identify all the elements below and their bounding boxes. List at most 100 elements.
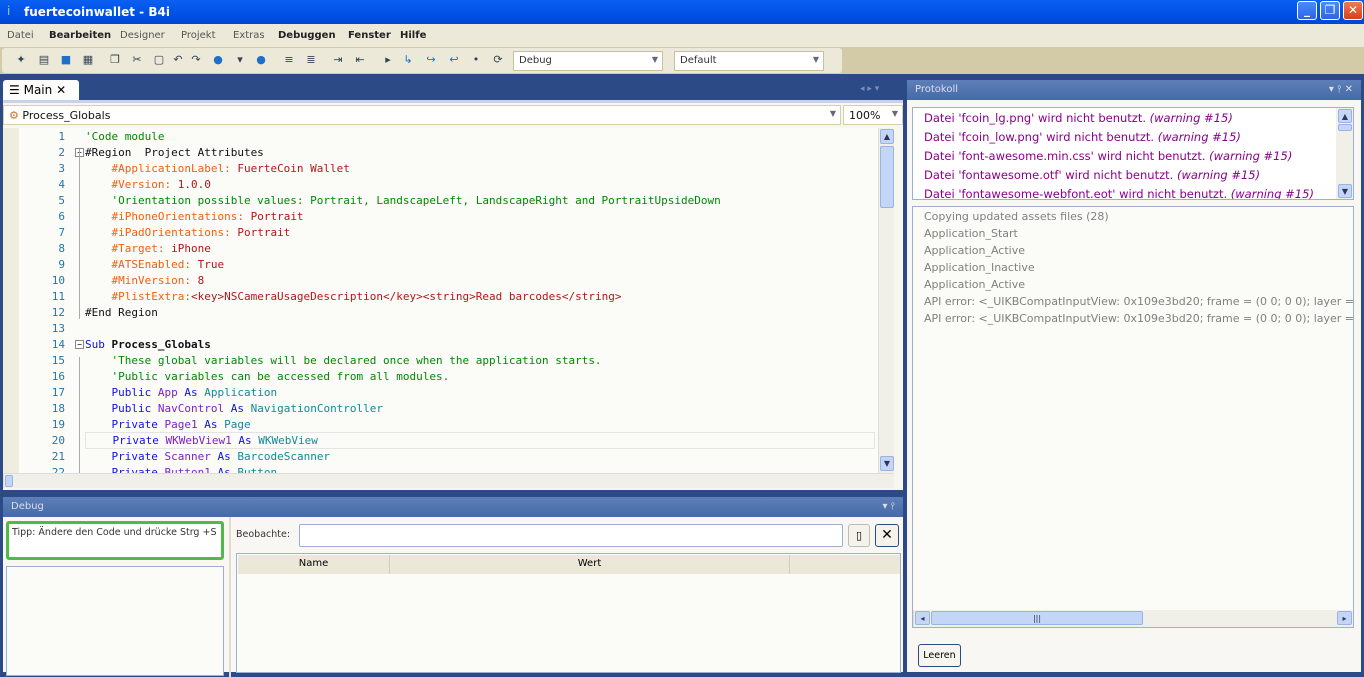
warning-item[interactable]: Datei 'font-awesome.min.css' wird nicht … xyxy=(924,149,1292,163)
column-header-value[interactable]: Wert xyxy=(390,555,790,574)
warning-tag: (warning #15) xyxy=(1149,111,1233,125)
log-output[interactable]: ◂ ||| ▸ Copying updated assets files (28… xyxy=(912,206,1354,628)
undo-icon[interactable]: ↶ xyxy=(170,52,186,68)
module-select[interactable]: ⚙ Process_Globals ▼ xyxy=(3,105,841,125)
code-line[interactable]: Private Page1 As Page xyxy=(85,418,250,431)
line-number: 13 xyxy=(51,322,65,335)
device-config-select[interactable]: Default ▼ xyxy=(674,51,824,71)
code-line[interactable]: #ApplicationLabel: FuerteCoin Wallet xyxy=(85,162,349,175)
code-line[interactable]: #Target: iPhone xyxy=(85,242,210,255)
code-line[interactable]: 'These global variables will be declared… xyxy=(85,354,601,367)
tab-main[interactable]: ☰ Main ✕ xyxy=(3,80,79,100)
restore-button[interactable]: ❐ xyxy=(1320,1,1340,20)
save-icon[interactable]: ■ xyxy=(58,52,74,68)
watch-table: Name Wert xyxy=(236,553,901,673)
print-icon[interactable]: ▦ xyxy=(80,52,96,68)
menu-projekt[interactable]: Projekt xyxy=(181,30,216,41)
new-file-icon[interactable]: ✦ xyxy=(13,52,29,68)
menu-datei[interactable]: Datei xyxy=(7,30,34,41)
code-line[interactable]: Public App As Application xyxy=(85,386,277,399)
code-token: As xyxy=(217,450,238,463)
copy-icon[interactable]: ❐ xyxy=(107,52,123,68)
warnings-list[interactable]: ▲ ▼ Datei 'fcoin_lg.png' wird nicht benu… xyxy=(912,107,1354,200)
dropdown-icon[interactable]: ▾ xyxy=(232,52,248,68)
log-horizontal-scrollbar[interactable]: ◂ ||| ▸ xyxy=(913,610,1353,627)
code-line[interactable]: #iPadOrientations: Portrait xyxy=(85,226,290,239)
code-line[interactable]: 'Orientation possible values: Portrait, … xyxy=(85,194,720,207)
menu-bearbeiten[interactable]: Bearbeiten xyxy=(49,30,111,41)
step-out-icon[interactable]: ↩ xyxy=(446,52,462,68)
code-token: Sub xyxy=(85,338,112,351)
column-header-name[interactable]: Name xyxy=(238,555,390,574)
uncomment-icon[interactable]: ⇤ xyxy=(352,52,368,68)
warning-item[interactable]: Datei 'fcoin_low.png' wird nicht benutzt… xyxy=(924,130,1241,144)
code-area[interactable]: 1 'Code module 2 #Region Project Attributes… xyxy=(3,128,878,473)
code-token: Public xyxy=(85,402,158,415)
warning-item[interactable]: Datei 'fontawesome.otf' wird nicht benut… xyxy=(924,168,1260,182)
warning-item[interactable]: Datei 'fontawesome-webfont.eot' wird nic… xyxy=(924,187,1314,199)
code-line[interactable]: Private WKWebView1 As WKWebView xyxy=(85,432,875,449)
clear-log-button[interactable]: Leeren xyxy=(918,644,961,667)
zoom-value: 100% xyxy=(849,109,881,122)
horizontal-scrollbar[interactable] xyxy=(3,473,894,488)
tab-nav-icons[interactable]: ◂ ▸ ▾ xyxy=(860,84,879,94)
run-icon[interactable]: ● xyxy=(210,52,226,68)
debug-list[interactable] xyxy=(6,566,224,676)
code-line[interactable]: #Version: 1.0.0 xyxy=(85,178,210,191)
code-token: Page1 xyxy=(164,418,205,431)
menu-extras[interactable]: Extras xyxy=(233,30,265,41)
collapse-icon[interactable]: − xyxy=(75,340,84,349)
vertical-scrollbar[interactable]: ▲ ▼ xyxy=(878,128,894,473)
code-line[interactable]: #PlistExtra:<key>NSCameraUsageDescriptio… xyxy=(85,290,621,303)
code-line[interactable]: #End Region xyxy=(85,306,158,319)
stop-icon[interactable]: ● xyxy=(253,52,269,68)
open-icon[interactable]: ▤ xyxy=(36,52,52,68)
code-editor-panel: ⚙ Process_Globals ▼ 100% ▼ 1 'Code module 2 #… xyxy=(3,100,903,490)
build-config-select[interactable]: Debug ▼ xyxy=(513,51,663,71)
step-over-icon[interactable]: ↪ xyxy=(423,52,439,68)
step-icon[interactable]: ▸ xyxy=(380,52,396,68)
indent-icon[interactable]: ≡ xyxy=(281,52,297,68)
step-into-icon[interactable]: ↳ xyxy=(400,52,416,68)
clear-watch-button[interactable]: ✕ xyxy=(875,524,899,547)
code-line[interactable]: 'Public variables can be accessed from a… xyxy=(85,370,449,383)
line-number: 2 xyxy=(58,146,65,159)
menu-fenster[interactable]: Fenster xyxy=(348,30,391,41)
watch-input[interactable] xyxy=(299,524,843,547)
code-line[interactable]: Private Scanner As BarcodeScanner xyxy=(85,450,330,463)
outdent-icon[interactable]: ≣ xyxy=(303,52,319,68)
code-token: Public xyxy=(85,386,158,399)
code-line[interactable]: 'Code module xyxy=(85,130,164,143)
code-line[interactable]: #ATSEnabled: True xyxy=(85,258,224,271)
code-line[interactable]: Public NavControl As NavigationControlle… xyxy=(85,402,383,415)
menu-debuggen[interactable]: Debuggen xyxy=(278,30,336,41)
code-token: Portrait xyxy=(237,226,291,239)
line-number: 3 xyxy=(58,162,65,175)
menu-hilfe[interactable]: Hilfe xyxy=(400,30,426,41)
code-line[interactable]: #iPhoneOrientations: Portrait xyxy=(85,210,303,223)
log-line: API error: <_UIKBCompatInputView: 0x109e… xyxy=(924,295,1354,308)
paste-icon[interactable]: ▢ xyxy=(151,52,167,68)
redo-icon[interactable]: ↷ xyxy=(188,52,204,68)
chevron-down-icon: ▼ xyxy=(651,55,658,64)
title-bar: i fuertecoinwallet - B4i _ ❐ ✕ xyxy=(0,0,1364,24)
minimize-button[interactable]: _ xyxy=(1297,1,1317,20)
panel-controls-icons[interactable]: ▾ ⫯ ✕ xyxy=(1329,84,1353,95)
code-line[interactable]: #Region Project Attributes xyxy=(85,146,264,159)
breakpoint-icon[interactable]: • xyxy=(468,52,484,68)
code-line[interactable]: Sub Process_Globals xyxy=(85,338,211,351)
warning-item[interactable]: Datei 'fcoin_lg.png' wird nicht benutzt.… xyxy=(924,111,1233,125)
module-select-value: Process_Globals xyxy=(22,109,111,122)
clipboard-button[interactable]: ▯ xyxy=(848,524,870,547)
menu-designer[interactable]: Designer xyxy=(120,30,165,41)
comment-icon[interactable]: ⇥ xyxy=(330,52,346,68)
close-tab-icon[interactable]: ✕ xyxy=(56,83,66,97)
cut-icon[interactable]: ✂ xyxy=(129,52,145,68)
restart-icon[interactable]: ⟳ xyxy=(490,52,506,68)
close-button[interactable]: ✕ xyxy=(1343,1,1363,20)
code-line[interactable]: #MinVersion: 8 xyxy=(85,274,204,287)
warnings-scrollbar[interactable]: ▲ ▼ xyxy=(1336,108,1353,199)
code-line[interactable]: Private Button1 As Button xyxy=(85,466,277,473)
pin-icon[interactable]: ▾ ⫯ xyxy=(882,501,895,512)
zoom-select[interactable]: 100% ▼ xyxy=(843,105,903,125)
